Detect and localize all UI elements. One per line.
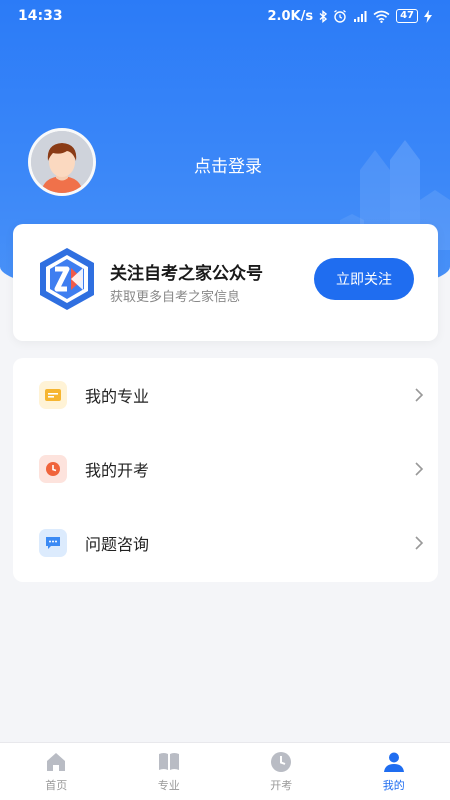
chevron-right-icon <box>415 388 424 402</box>
menu-item-consult[interactable]: 问题咨询 <box>13 506 438 580</box>
login-link[interactable]: 点击登录 <box>194 152 262 177</box>
tab-label: 专业 <box>157 779 180 792</box>
tab-label: 开考 <box>270 779 293 792</box>
book-icon <box>158 753 179 770</box>
wechat-card-title: 关注自考之家公众号 <box>110 264 263 284</box>
tab-mine[interactable]: 我的 <box>338 743 450 800</box>
menu-item-label: 问题咨询 <box>85 535 150 554</box>
clock-icon <box>39 455 67 483</box>
folder-icon <box>39 381 67 409</box>
avatar[interactable] <box>28 128 96 196</box>
home-icon <box>47 753 66 771</box>
menu-item-my-exam[interactable]: 我的开考 <box>13 432 438 506</box>
follow-button[interactable]: 立即关注 <box>314 258 414 300</box>
tab-major[interactable]: 专业 <box>113 743 226 800</box>
tab-label: 首页 <box>45 779 68 792</box>
status-time: 14:33 <box>18 8 63 24</box>
wifi-icon <box>373 9 390 23</box>
zikao-logo-icon <box>40 248 94 310</box>
user-icon <box>383 752 404 772</box>
net-speed: 2.0K/s <box>267 8 314 24</box>
menu-item-label: 我的专业 <box>85 387 150 406</box>
menu-item-my-major[interactable]: 我的专业 <box>13 358 438 432</box>
wechat-card-subtitle: 获取更多自考之家信息 <box>110 290 241 305</box>
avatar-icon <box>31 131 93 193</box>
charging-icon <box>424 9 432 23</box>
signal-icon <box>353 9 367 23</box>
tab-label: 我的 <box>382 779 405 792</box>
wechat-follow-card: 关注自考之家公众号 获取更多自考之家信息 立即关注 <box>13 224 438 341</box>
menu-item-label: 我的开考 <box>85 461 150 480</box>
chevron-right-icon <box>415 536 424 550</box>
profile-menu: 我的专业 我的开考 问题咨询 <box>13 358 438 582</box>
bluetooth-icon <box>319 9 328 23</box>
battery-icon: 47 <box>396 9 418 23</box>
chat-icon <box>39 529 67 557</box>
tab-exam[interactable]: 开考 <box>225 743 338 800</box>
clock-icon <box>271 752 292 772</box>
status-icons: 2.0K/s 47 <box>267 9 432 24</box>
status-bar: 14:33 2.0K/s 47 <box>0 0 450 32</box>
alarm-icon <box>333 9 347 23</box>
bottom-tab-bar: 首页 专业 开考 我的 <box>0 742 450 800</box>
chevron-right-icon <box>415 462 424 476</box>
tab-home[interactable]: 首页 <box>0 743 113 800</box>
